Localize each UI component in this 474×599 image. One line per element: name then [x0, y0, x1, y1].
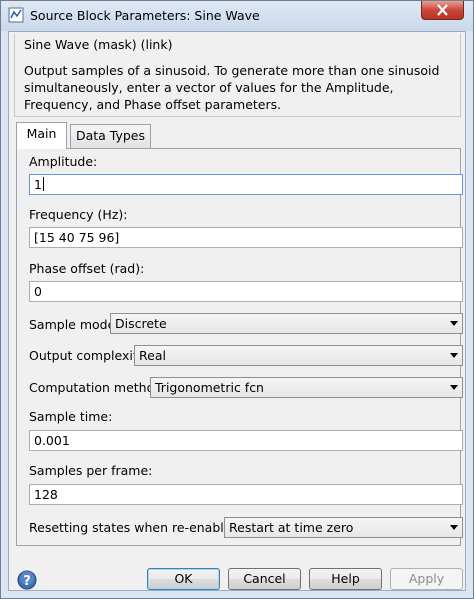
computation-method-value: Trigonometric fcn [155, 380, 264, 395]
close-icon [437, 4, 448, 16]
main-tab-panel: Amplitude: 1 Frequency (Hz): [15 40 75 9… [16, 148, 463, 546]
frequency-input[interactable]: [15 40 75 96] [29, 227, 463, 248]
svg-text:?: ? [23, 574, 31, 589]
mask-description: Output samples of a sinusoid. To generat… [24, 63, 440, 112]
sample-mode-label: Sample mode: [29, 317, 120, 332]
amplitude-label: Amplitude: [29, 154, 98, 169]
sample-time-input[interactable]: 0.001 [29, 430, 463, 451]
output-complexity-label: Output complexity: [29, 348, 149, 363]
mask-title: Sine Wave (mask) (link) [24, 37, 173, 52]
sample-mode-select[interactable]: Discrete [110, 313, 463, 334]
output-complexity-select[interactable]: Real [134, 345, 463, 366]
ok-button[interactable]: OK [147, 568, 220, 590]
title-bar[interactable]: Source Block Parameters: Sine Wave [1, 1, 473, 31]
dialog-client: Sine Wave (mask) (link) Output samples o… [8, 31, 466, 591]
help-question-icon[interactable]: ? [17, 570, 37, 590]
samples-per-frame-label: Samples per frame: [29, 463, 153, 478]
chevron-down-icon [450, 353, 458, 358]
samples-per-frame-input[interactable]: 128 [29, 484, 463, 505]
amplitude-input[interactable]: 1 [29, 174, 463, 195]
cancel-button[interactable]: Cancel [228, 568, 301, 590]
text-cursor [42, 177, 44, 191]
output-complexity-value: Real [139, 348, 166, 363]
mask-description-group: Sine Wave (mask) (link) Output samples o… [14, 33, 461, 117]
resetting-states-select[interactable]: Restart at time zero [224, 517, 463, 538]
tab-main[interactable]: Main [16, 122, 67, 149]
phase-offset-input[interactable]: 0 [29, 281, 463, 302]
help-button[interactable]: Help [309, 568, 382, 590]
simulink-block-icon [8, 7, 24, 23]
computation-method-select[interactable]: Trigonometric fcn [150, 377, 463, 398]
dialog-window: Source Block Parameters: Sine Wave Sine … [0, 0, 474, 599]
amplitude-value: 1 [34, 177, 42, 192]
sample-time-label: Sample time: [29, 409, 113, 424]
window-title: Source Block Parameters: Sine Wave [30, 8, 260, 23]
chevron-down-icon [450, 525, 458, 530]
tab-data-types[interactable]: Data Types [70, 124, 151, 148]
computation-method-label: Computation method: [29, 380, 167, 395]
phase-offset-label: Phase offset (rad): [29, 261, 145, 276]
chevron-down-icon [450, 385, 458, 390]
chevron-down-icon [450, 321, 458, 326]
sample-mode-value: Discrete [115, 316, 167, 331]
apply-button[interactable]: Apply [390, 568, 463, 590]
resetting-states-value: Restart at time zero [229, 520, 354, 535]
resetting-states-label: Resetting states when re-enabled: [29, 520, 244, 535]
close-button[interactable] [421, 1, 464, 20]
frequency-label: Frequency (Hz): [29, 207, 128, 222]
